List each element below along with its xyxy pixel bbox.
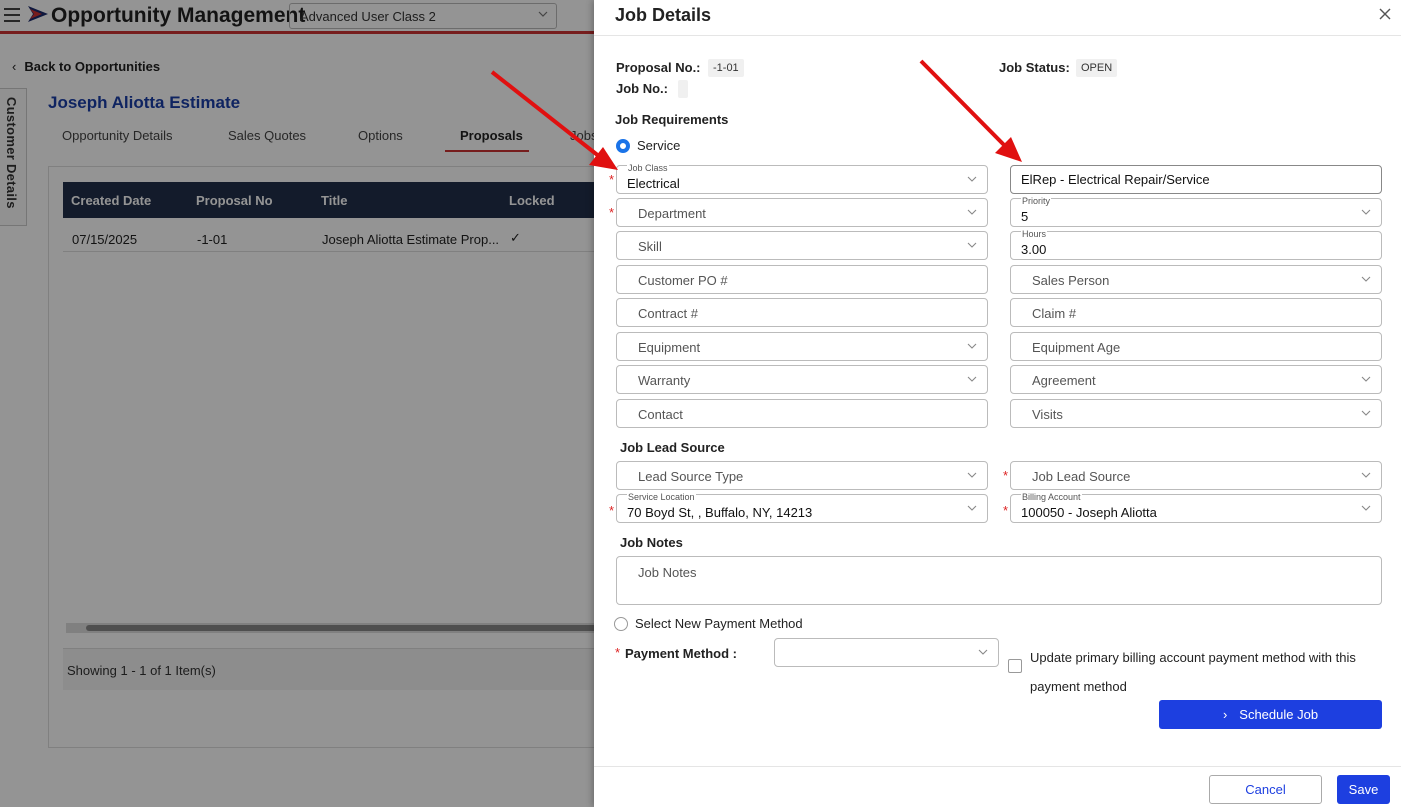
job-requirements-title: Job Requirements bbox=[615, 112, 729, 127]
priority-value: 5 bbox=[1021, 209, 1029, 224]
proposal-no-value: -1-01 bbox=[708, 59, 744, 77]
required-marker: * bbox=[1003, 503, 1009, 518]
job-notes-placeholder: Job Notes bbox=[638, 565, 697, 580]
skill-select[interactable]: Skill bbox=[616, 231, 988, 260]
required-marker: * bbox=[609, 172, 615, 187]
equipment-age-input[interactable]: Equipment Age bbox=[1010, 332, 1382, 361]
chevron-down-icon bbox=[967, 343, 977, 349]
contract-input[interactable]: Contract # bbox=[616, 298, 988, 327]
job-lead-source-select[interactable]: Job Lead Source bbox=[1010, 461, 1382, 490]
billing-account-label: Billing Account bbox=[1021, 492, 1082, 502]
update-billing-checkbox[interactable] bbox=[1008, 659, 1022, 673]
job-status-value: OPEN bbox=[1076, 59, 1118, 77]
chevron-down-icon bbox=[967, 242, 977, 248]
service-radio[interactable] bbox=[616, 139, 630, 153]
cancel-button[interactable]: Cancel bbox=[1209, 775, 1322, 804]
chevron-down-icon bbox=[967, 505, 977, 511]
sales-person-placeholder: Sales Person bbox=[1032, 273, 1110, 288]
schedule-job-button[interactable]: › Schedule Job bbox=[1159, 700, 1382, 729]
job-no-value bbox=[678, 80, 688, 98]
job-lead-source-title: Job Lead Source bbox=[620, 440, 725, 455]
job-lead-source-placeholder: Job Lead Source bbox=[1032, 469, 1131, 484]
lead-source-type-select[interactable]: Lead Source Type bbox=[616, 461, 988, 490]
job-no-label: Job No.: bbox=[616, 81, 668, 96]
billing-account-value: 100050 - Joseph Aliotta bbox=[1021, 505, 1157, 520]
proposal-no-label: Proposal No.: bbox=[616, 60, 701, 75]
required-marker: * bbox=[1003, 468, 1009, 483]
department-placeholder: Department bbox=[638, 206, 706, 221]
equipment-placeholder: Equipment bbox=[638, 340, 701, 355]
job-class-type-value: ElRep - Electrical Repair/Service bbox=[1021, 172, 1210, 187]
service-location-label: Service Location bbox=[627, 492, 696, 502]
hours-value: 3.00 bbox=[1021, 242, 1047, 257]
chevron-down-icon bbox=[967, 176, 977, 182]
drawer-footer: Cancel Save bbox=[594, 766, 1401, 807]
lead-source-type-placeholder: Lead Source Type bbox=[638, 469, 744, 484]
new-payment-method-label: Select New Payment Method bbox=[635, 616, 803, 631]
visits-placeholder: Visits bbox=[1032, 407, 1063, 422]
schedule-job-label: Schedule Job bbox=[1239, 707, 1319, 722]
modal-overlay[interactable] bbox=[0, 0, 594, 807]
equipment-select[interactable]: Equipment bbox=[616, 332, 988, 361]
drawer-header: Job Details bbox=[594, 0, 1401, 36]
job-class-select[interactable]: Job Class Electrical bbox=[616, 163, 988, 194]
job-details-drawer: Job Details Proposal No.: -1-01 Job No.:… bbox=[594, 0, 1401, 807]
claim-placeholder: Claim # bbox=[1032, 306, 1077, 321]
department-select[interactable]: Department bbox=[616, 198, 988, 227]
job-notes-title: Job Notes bbox=[620, 535, 683, 550]
chevron-down-icon bbox=[967, 376, 977, 382]
agreement-placeholder: Agreement bbox=[1032, 373, 1096, 388]
priority-label: Priority bbox=[1021, 196, 1052, 206]
chevron-down-icon bbox=[1361, 505, 1371, 511]
job-class-type-input[interactable]: ElRep - Electrical Repair/Service bbox=[1010, 165, 1382, 194]
equipment-age-placeholder: Equipment Age bbox=[1032, 340, 1121, 355]
job-class-label: Job Class bbox=[627, 163, 669, 173]
chevron-down-icon bbox=[1361, 276, 1371, 282]
payment-method-label: Payment Method : bbox=[625, 646, 737, 661]
priority-select[interactable]: Priority 5 bbox=[1010, 196, 1382, 227]
customer-po-placeholder: Customer PO # bbox=[638, 273, 728, 288]
payment-method-colon: : bbox=[729, 646, 737, 661]
service-location-value: 70 Boyd St, , Buffalo, NY, 14213 bbox=[627, 505, 813, 520]
payment-method-select[interactable] bbox=[774, 638, 999, 667]
hours-input[interactable]: Hours 3.00 bbox=[1010, 229, 1382, 260]
chevron-down-icon bbox=[1361, 376, 1371, 382]
chevron-down-icon bbox=[1361, 472, 1371, 478]
hours-label: Hours bbox=[1021, 229, 1048, 239]
new-payment-method-radio[interactable] bbox=[614, 617, 628, 631]
update-billing-label: Update primary billing account payment m… bbox=[1030, 650, 1356, 694]
chevron-down-icon bbox=[978, 649, 988, 655]
sales-person-select[interactable]: Sales Person bbox=[1010, 265, 1382, 294]
required-marker: * bbox=[609, 503, 615, 518]
payment-method-label-text: Payment Method bbox=[625, 646, 730, 661]
skill-placeholder: Skill bbox=[638, 239, 662, 254]
agreement-select[interactable]: Agreement bbox=[1010, 365, 1382, 394]
claim-input[interactable]: Claim # bbox=[1010, 298, 1382, 327]
required-marker: * bbox=[615, 645, 621, 660]
chevron-right-icon: › bbox=[1222, 707, 1228, 722]
chevron-down-icon bbox=[1361, 209, 1371, 215]
drawer-title: Job Details bbox=[615, 5, 712, 25]
chevron-down-icon bbox=[967, 209, 977, 215]
job-notes-textarea[interactable]: Job Notes bbox=[616, 556, 1382, 605]
job-status-label: Job Status: bbox=[999, 60, 1070, 75]
chevron-down-icon bbox=[967, 472, 977, 478]
contract-placeholder: Contract # bbox=[638, 306, 698, 321]
warranty-select[interactable]: Warranty bbox=[616, 365, 988, 394]
required-marker: * bbox=[609, 205, 615, 220]
service-radio-label: Service bbox=[637, 138, 681, 153]
customer-po-input[interactable]: Customer PO # bbox=[616, 265, 988, 294]
service-location-select[interactable]: Service Location 70 Boyd St, , Buffalo, … bbox=[616, 492, 988, 523]
job-class-value: Electrical bbox=[627, 176, 680, 191]
warranty-placeholder: Warranty bbox=[638, 373, 691, 388]
billing-account-select[interactable]: Billing Account 100050 - Joseph Aliotta bbox=[1010, 492, 1382, 523]
contact-placeholder: Contact bbox=[638, 407, 683, 422]
visits-select[interactable]: Visits bbox=[1010, 399, 1382, 428]
chevron-down-icon bbox=[1361, 410, 1371, 416]
close-icon[interactable] bbox=[1377, 6, 1393, 22]
save-button[interactable]: Save bbox=[1337, 775, 1390, 804]
contact-input[interactable]: Contact bbox=[616, 399, 988, 428]
